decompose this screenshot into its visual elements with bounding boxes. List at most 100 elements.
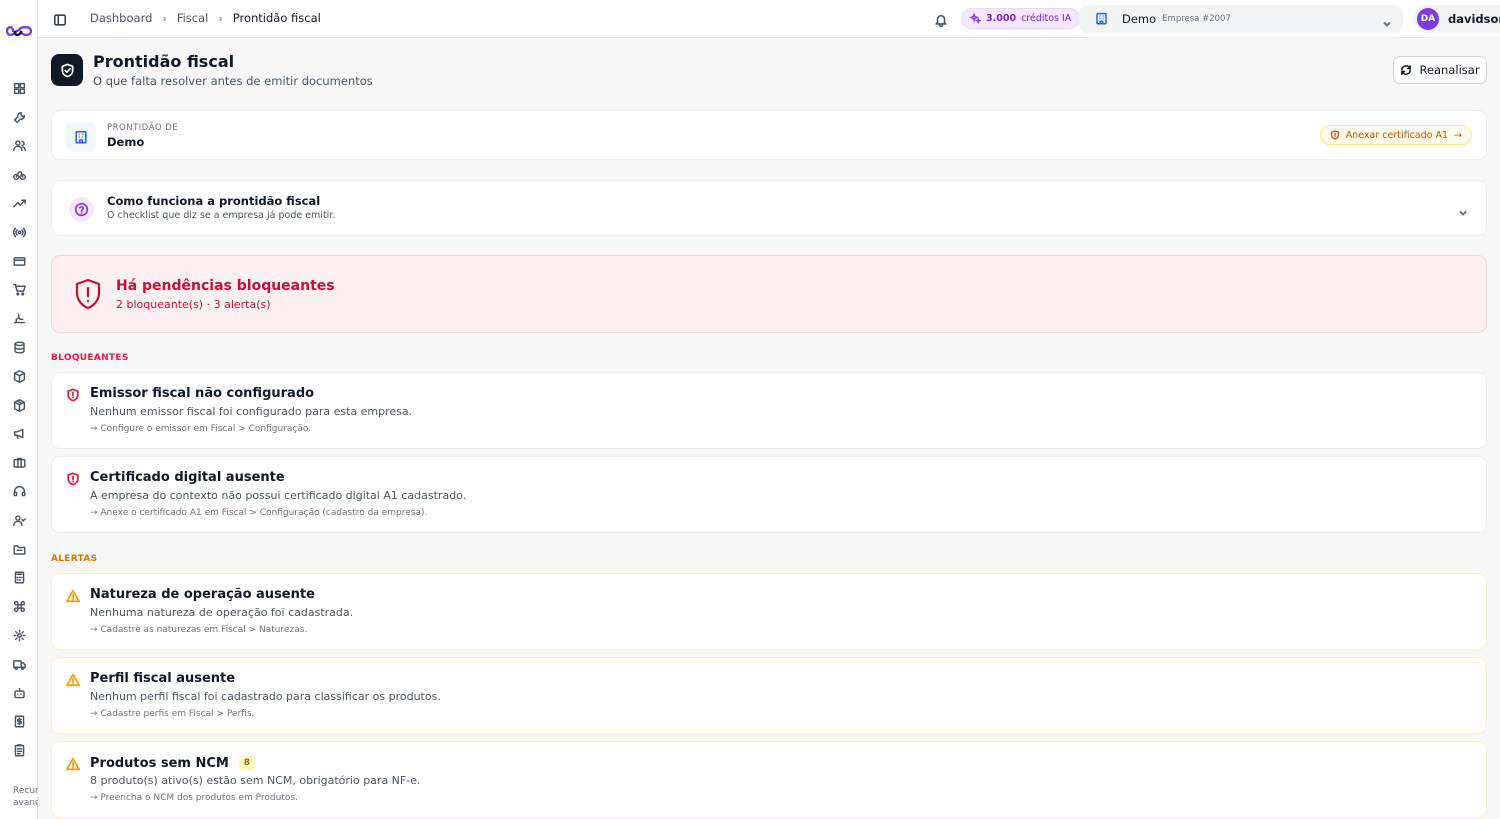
issue-hint[interactable]: → Cadastre perfis em Fiscal > Perfis. bbox=[90, 709, 254, 719]
headset-icon[interactable] bbox=[0, 477, 38, 506]
receipt-icon[interactable] bbox=[0, 708, 38, 737]
issue-card[interactable]: Perfil fiscal ausente Nenhum perfil fisc… bbox=[51, 657, 1487, 734]
shield-alert-icon bbox=[1330, 130, 1339, 140]
credit-card-icon[interactable] bbox=[0, 247, 38, 276]
sidebar-footer-text[interactable]: Recur avanç bbox=[13, 785, 38, 809]
database-icon[interactable] bbox=[0, 333, 38, 362]
chevron-down-icon[interactable] bbox=[1458, 203, 1468, 222]
status-title: Há pendências bloqueantes bbox=[116, 278, 335, 294]
page-subtitle: O que falta resolver antes de emitir doc… bbox=[93, 74, 373, 88]
bike-icon[interactable] bbox=[0, 160, 38, 189]
alerts-section-label: ALERTAS bbox=[51, 554, 98, 564]
dashboard-icon[interactable] bbox=[0, 74, 38, 103]
user-name: davidson bbox=[1448, 12, 1500, 26]
breadcrumb: Dashboard › Fiscal › Prontidão fiscal bbox=[90, 11, 321, 25]
bot-icon[interactable] bbox=[0, 679, 38, 708]
briefcase-icon[interactable] bbox=[0, 448, 38, 477]
truck-icon[interactable] bbox=[0, 650, 38, 679]
issue-description: Nenhum emissor fiscal foi configurado pa… bbox=[90, 405, 413, 418]
trending-icon[interactable] bbox=[0, 189, 38, 218]
breadcrumb-fiscal[interactable]: Fiscal bbox=[177, 11, 209, 25]
sidebar-toggle-icon[interactable] bbox=[53, 12, 67, 26]
warning-triangle-icon bbox=[66, 588, 80, 607]
wrench-icon[interactable] bbox=[0, 103, 38, 132]
issue-hint[interactable]: → Configure o emissor em Fiscal > Config… bbox=[90, 424, 311, 434]
issue-description: A empresa do contexto não possui certifi… bbox=[90, 489, 467, 502]
issue-card[interactable]: Natureza de operação ausente Nenhuma nat… bbox=[51, 573, 1487, 650]
reanalyze-button[interactable]: Reanalisar bbox=[1393, 56, 1487, 84]
shield-alert-icon bbox=[66, 387, 80, 406]
app-logo[interactable] bbox=[5, 22, 33, 40]
status-summary: 2 bloqueante(s) · 3 alerta(s) bbox=[116, 298, 271, 311]
clipboard-icon[interactable] bbox=[0, 736, 38, 765]
sidebar: Recur avanç bbox=[0, 0, 38, 819]
folder-icon[interactable] bbox=[0, 535, 38, 564]
company-name: Demo bbox=[1122, 12, 1157, 26]
attach-certificate-label: Anexar certificado A1 bbox=[1345, 129, 1449, 141]
blockers-section-label: BLOQUEANTES bbox=[51, 353, 129, 363]
issue-description: Nenhum perfil fiscal foi cadastrado para… bbox=[90, 690, 441, 703]
issue-description: 8 produto(s) ativo(s) estão sem NCM, obr… bbox=[90, 774, 421, 787]
help-circle-icon bbox=[69, 197, 94, 222]
company-id: Empresa #2007 bbox=[1162, 14, 1231, 24]
issue-hint[interactable]: → Preencha o NCM dos produtos em Produto… bbox=[90, 793, 298, 803]
reanalyze-label: Reanalisar bbox=[1419, 63, 1480, 77]
blocking-status-banner: Há pendências bloqueantes 2 bloqueante(s… bbox=[51, 255, 1487, 333]
ai-credits-label: créditos IA bbox=[1021, 13, 1072, 24]
avatar: DA bbox=[1417, 8, 1439, 30]
context-company: Demo bbox=[107, 135, 145, 149]
chevron-down-icon bbox=[1382, 14, 1392, 33]
issue-hint[interactable]: → Cadastre as naturezas em Fiscal > Natu… bbox=[90, 625, 307, 635]
arrow-right-icon: → bbox=[1454, 129, 1462, 141]
page-title: Prontidão fiscal bbox=[93, 52, 235, 71]
breadcrumb-dashboard[interactable]: Dashboard bbox=[90, 11, 152, 25]
how-it-works-title: Como funciona a prontidão fiscal bbox=[107, 194, 321, 208]
user-group-icon[interactable] bbox=[0, 506, 38, 535]
issue-title: Emissor fiscal não configurado bbox=[90, 386, 315, 401]
company-selector[interactable]: Demo Empresa #2007 bbox=[1079, 5, 1403, 33]
top-bar: Dashboard › Fiscal › Prontidão fiscal 3.… bbox=[38, 0, 1500, 38]
warning-triangle-icon bbox=[66, 672, 80, 691]
attach-certificate-link[interactable]: Anexar certificado A1 → bbox=[1319, 125, 1472, 145]
sidebar-footer-line1: Recur bbox=[13, 786, 38, 796]
issue-card[interactable]: Emissor fiscal não configurado Nenhum em… bbox=[51, 372, 1487, 449]
shield-alert-icon bbox=[73, 278, 103, 315]
warning-triangle-icon bbox=[66, 756, 80, 775]
hand-icon[interactable] bbox=[0, 304, 38, 333]
ai-credits-badge[interactable]: 3.000 créditos IA bbox=[961, 8, 1081, 29]
issue-title: Produtos sem NCM bbox=[90, 755, 229, 771]
box-icon[interactable] bbox=[0, 391, 38, 420]
shield-alert-icon bbox=[66, 471, 80, 490]
package-icon[interactable] bbox=[0, 362, 38, 391]
how-it-works-accordion[interactable]: Como funciona a prontidão fiscal O check… bbox=[51, 180, 1487, 236]
issue-title: Perfil fiscal ausente bbox=[90, 671, 236, 686]
breadcrumb-separator: › bbox=[162, 11, 167, 25]
context-label: PRONTIDÃO DE bbox=[107, 123, 179, 133]
how-it-works-subtitle: O checklist que diz se a empresa já pode… bbox=[107, 210, 336, 221]
cart-icon[interactable] bbox=[0, 276, 38, 305]
notifications-bell-icon[interactable] bbox=[934, 12, 948, 28]
issue-description: Nenhuma natureza de operação foi cadastr… bbox=[90, 606, 354, 619]
issue-card[interactable]: Certificado digital ausente A empresa do… bbox=[51, 456, 1487, 533]
users-icon[interactable] bbox=[0, 132, 38, 161]
issue-title-row: Produtos sem NCM 8 bbox=[90, 755, 255, 771]
sparkles-icon bbox=[970, 13, 981, 24]
issue-title: Certificado digital ausente bbox=[90, 470, 285, 485]
issue-hint[interactable]: → Anexe o certificado A1 em Fiscal > Con… bbox=[90, 508, 427, 518]
radio-icon[interactable] bbox=[0, 218, 38, 247]
building-icon bbox=[1095, 10, 1108, 29]
ai-credits-amount: 3.000 bbox=[986, 13, 1017, 24]
readiness-context-card: PRONTIDÃO DE Demo Anexar certificado A1 … bbox=[51, 110, 1487, 160]
refresh-icon bbox=[1401, 65, 1412, 75]
breadcrumb-current: Prontidão fiscal bbox=[232, 11, 321, 25]
sidebar-footer-line2: avanç bbox=[13, 798, 38, 808]
issue-count-badge: 8 bbox=[238, 755, 255, 771]
shield-check-icon bbox=[51, 54, 83, 86]
building-icon bbox=[66, 122, 96, 152]
calculator-icon[interactable] bbox=[0, 564, 38, 593]
command-icon[interactable] bbox=[0, 592, 38, 621]
megaphone-icon[interactable] bbox=[0, 420, 38, 449]
issue-card[interactable]: Produtos sem NCM 8 8 produto(s) ativo(s)… bbox=[51, 741, 1487, 818]
user-menu[interactable]: DA davidson bbox=[1413, 5, 1500, 33]
settings-icon[interactable] bbox=[0, 621, 38, 650]
